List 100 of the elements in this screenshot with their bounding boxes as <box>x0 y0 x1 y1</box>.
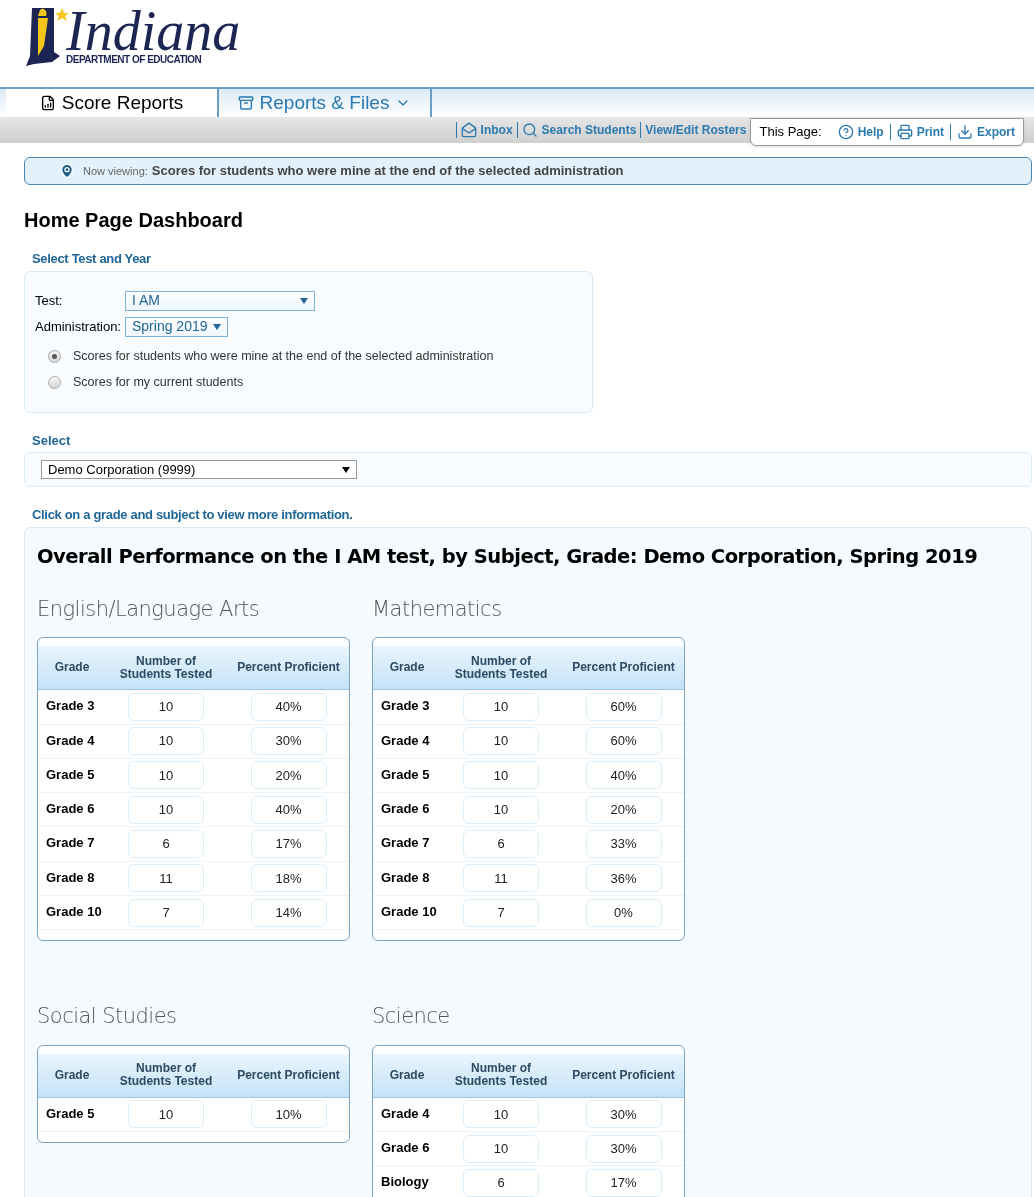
percent-cell[interactable]: 60% <box>585 727 662 756</box>
column-header: Percent Proficient <box>571 661 676 675</box>
panel-title: Overall Performance on the I AM test, by Subject, Grade: Demo Corporation, Spring 2019 <box>37 543 979 570</box>
help-icon <box>837 124 854 140</box>
logo-subtitle: DEPARTMENT OF EDUCATION <box>66 54 203 66</box>
grade-cell[interactable]: Grade 4 <box>373 1097 441 1124</box>
printer-icon <box>896 124 913 140</box>
percent-cell[interactable]: 0% <box>585 898 662 927</box>
grade-cell[interactable]: Biology <box>373 1166 441 1192</box>
count-cell[interactable]: 10 <box>128 692 204 721</box>
column-header: Percent Proficient <box>236 661 341 675</box>
grade-cell[interactable]: Grade 3 <box>373 690 441 716</box>
dropdown-arrow-icon <box>300 297 308 304</box>
archive-icon <box>237 95 254 111</box>
percent-cell[interactable]: 14% <box>250 898 327 927</box>
percent-cell[interactable]: 18% <box>250 864 327 893</box>
percent-cell[interactable]: 40% <box>250 692 327 721</box>
percent-cell[interactable]: 17% <box>250 830 327 859</box>
page-tool-link[interactable]: Export <box>957 123 1015 141</box>
count-cell[interactable]: 10 <box>128 761 204 790</box>
section-title: Select Test and Year <box>32 250 152 268</box>
column-header: Grade <box>53 1068 91 1082</box>
grade-cell[interactable]: Grade 6 <box>373 793 441 819</box>
page-tool-link[interactable]: Print <box>896 123 944 141</box>
grade-cell[interactable]: Grade 5 <box>38 758 106 785</box>
count-cell[interactable]: 10 <box>128 1100 204 1129</box>
logo-title: Indiana <box>66 8 241 54</box>
inbox-icon <box>460 122 477 138</box>
percent-cell[interactable]: 30% <box>250 727 327 756</box>
column-header: Grade <box>388 1068 426 1082</box>
percent-cell[interactable]: 30% <box>585 1134 662 1163</box>
percent-cell[interactable]: 17% <box>585 1169 662 1197</box>
grade-cell[interactable]: Grade 8 <box>38 861 106 888</box>
grade-cell[interactable]: Grade 5 <box>38 1097 106 1124</box>
grade-cell[interactable]: Grade 6 <box>373 1132 441 1158</box>
count-cell[interactable]: 10 <box>128 727 204 756</box>
column-header: Number of Students Tested <box>118 654 214 681</box>
radio-option[interactable]: Scores for students who were mine at the end of the selected administration <box>48 347 592 366</box>
percent-cell[interactable]: 40% <box>585 761 662 790</box>
count-cell[interactable]: 7 <box>463 898 539 927</box>
column-header: Grade <box>53 661 91 675</box>
percent-cell[interactable]: 10% <box>250 1100 327 1129</box>
count-cell[interactable]: 10 <box>463 727 539 756</box>
section-title: Select <box>32 431 72 450</box>
grade-cell[interactable]: Grade 4 <box>373 724 441 751</box>
grade-cell[interactable]: Grade 5 <box>373 758 441 785</box>
count-cell[interactable]: 10 <box>463 692 539 721</box>
count-cell[interactable]: 6 <box>463 1169 539 1197</box>
column-header: Percent Proficient <box>571 1068 676 1082</box>
percent-cell[interactable]: 60% <box>585 692 662 721</box>
page-label: This Page: <box>759 123 822 142</box>
subject-title: Mathematics <box>372 595 503 623</box>
subject-title: English/Language Arts <box>37 595 261 623</box>
count-cell[interactable]: 6 <box>128 830 204 859</box>
column-header: Percent Proficient <box>236 1068 341 1082</box>
count-cell[interactable]: 10 <box>463 1100 539 1129</box>
column-header: Number of Students Tested <box>453 1062 549 1089</box>
location-pin-icon <box>59 163 75 179</box>
percent-cell[interactable]: 20% <box>585 795 662 824</box>
grade-cell[interactable]: Grade 7 <box>373 827 441 853</box>
organization-select[interactable]: Demo Corporation (9999) <box>41 460 357 479</box>
percent-cell[interactable]: 20% <box>250 761 327 790</box>
grade-cell[interactable]: Grade 10 <box>38 896 106 922</box>
export-icon <box>957 124 973 140</box>
radio-option[interactable]: Scores for my current students <box>48 373 592 392</box>
banner-text: Now viewing: Scores for students who were mine at the end of the selected administration <box>83 162 624 181</box>
count-cell[interactable]: 10 <box>128 795 204 824</box>
grade-cell[interactable]: Grade 6 <box>38 793 106 819</box>
grade-cell[interactable]: Grade 8 <box>373 861 441 888</box>
dropdown-arrow-icon <box>213 323 221 330</box>
grade-cell[interactable]: Grade 10 <box>373 896 441 922</box>
count-cell[interactable]: 11 <box>128 864 204 893</box>
field-label: Test: <box>35 291 64 310</box>
count-cell[interactable]: 10 <box>463 795 539 824</box>
column-header: Number of Students Tested <box>118 1062 214 1089</box>
percent-cell[interactable]: 36% <box>585 864 662 893</box>
percent-cell[interactable]: 40% <box>250 795 327 824</box>
page-heading: Home Page Dashboard <box>24 208 244 233</box>
count-cell[interactable]: 6 <box>463 830 539 859</box>
nav-tab[interactable]: Score Reports <box>6 89 219 117</box>
count-cell[interactable]: 11 <box>463 864 539 893</box>
percent-cell[interactable]: 30% <box>585 1100 662 1129</box>
subject-title: Social Studies <box>37 1003 178 1031</box>
count-cell[interactable]: 10 <box>463 761 539 790</box>
radio-button[interactable] <box>48 350 61 363</box>
grade-cell[interactable]: Grade 3 <box>38 690 106 716</box>
count-cell[interactable]: 7 <box>128 898 204 927</box>
grade-cell[interactable]: Grade 7 <box>38 827 106 853</box>
column-header: Number of Students Tested <box>453 654 549 681</box>
percent-cell[interactable]: 33% <box>585 830 662 859</box>
search-icon <box>521 122 538 138</box>
administration-select[interactable]: Spring 2019 <box>125 316 228 337</box>
instruction-text: Click on a grade and subject to view more information. <box>32 506 354 524</box>
subject-title: Science <box>372 1003 451 1031</box>
radio-button[interactable] <box>48 376 61 389</box>
page-tool-link[interactable]: Help <box>837 123 884 141</box>
grade-cell[interactable]: Grade 4 <box>38 724 106 751</box>
count-cell[interactable]: 10 <box>463 1134 539 1163</box>
test-select[interactable]: I AM <box>125 290 315 311</box>
field-label: Administration: <box>35 317 122 336</box>
